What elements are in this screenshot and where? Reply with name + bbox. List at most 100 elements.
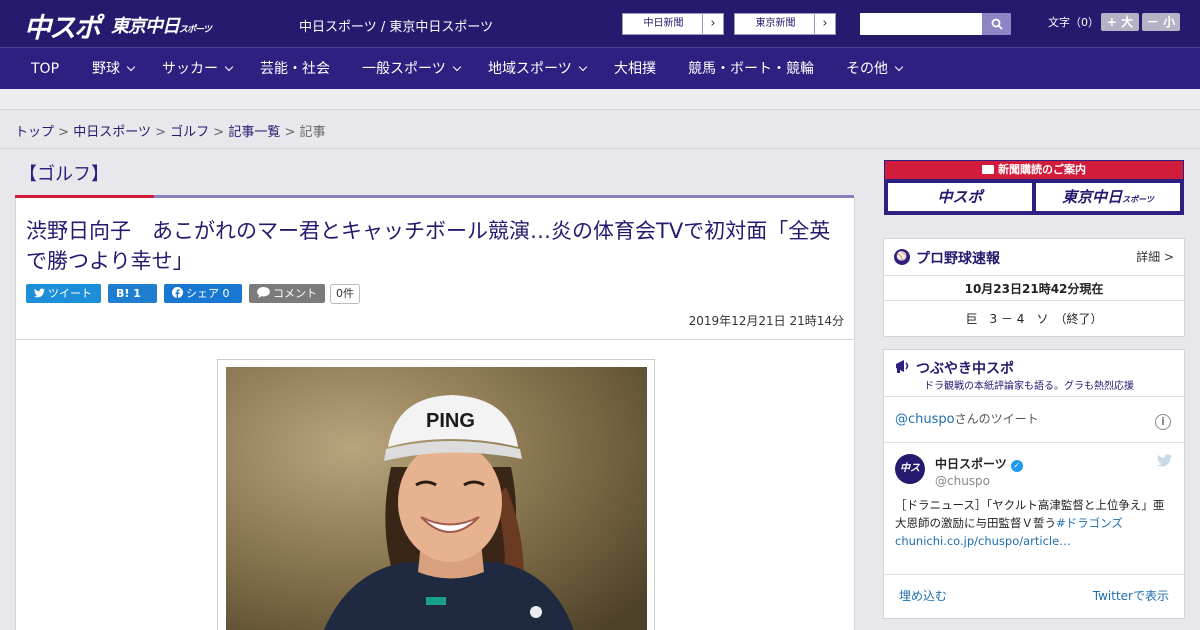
- divider: [16, 339, 854, 340]
- tsubuyaki-title: つぶやき中スポ: [916, 361, 1014, 377]
- nav-item-baseball[interactable]: 野球: [92, 48, 136, 90]
- divider: [884, 574, 1184, 575]
- chevron-right-icon: ›: [702, 14, 723, 34]
- speech-bubble-icon: [257, 287, 270, 298]
- twitter-widget-box: つぶやき中スポ ドラ観戦の本紙評論家も語る。グラも熱烈応援 @chuspoさんの…: [883, 349, 1185, 619]
- comment-button[interactable]: コメント: [249, 284, 325, 303]
- chevron-down-icon: [894, 62, 904, 72]
- breadcrumb-chunichi-sports[interactable]: 中日スポーツ: [73, 125, 151, 140]
- tweet-hashtag[interactable]: #ドラゴンズ: [1056, 516, 1123, 530]
- tweet-link[interactable]: chunichi.co.jp/chuspo/article…: [895, 534, 1071, 548]
- spacer-bar: [0, 89, 1200, 110]
- chevron-down-icon: [224, 62, 234, 72]
- font-size-label: 文字（0）: [1048, 16, 1099, 29]
- hatena-label: B! 1: [116, 287, 141, 300]
- search-icon: [991, 18, 1003, 30]
- nav-item-regional-sports[interactable]: 地域スポーツ: [488, 48, 587, 90]
- nav-item-racing[interactable]: 競馬・ボート・競輪: [688, 48, 814, 90]
- chevron-down-icon: [578, 62, 587, 72]
- chuspo-logo[interactable]: 中スポ: [24, 6, 101, 45]
- divider: [884, 442, 1184, 443]
- breadcrumb-separator: >: [213, 125, 225, 140]
- breadcrumb-separator: >: [284, 125, 296, 140]
- chunichi-shimbun-link[interactable]: 中日新聞 ›: [622, 13, 724, 35]
- subscribe-chuspo-button[interactable]: 中スポ: [888, 183, 1032, 211]
- facebook-label: シェア 0: [186, 287, 230, 300]
- avatar[interactable]: 中ス: [895, 454, 925, 484]
- tsubuyaki-subtitle: ドラ観戦の本紙評論家も語る。グラも熱烈応援: [924, 381, 1134, 392]
- category-label: 【ゴルフ】: [19, 164, 109, 185]
- tweet-text: ［ドラニュース］「ヤクルト高津監督と上位争え」亜大恩師の激励に与田監督Ｖ誓う#ド…: [895, 496, 1175, 550]
- tweet-author-handle[interactable]: @chuspo: [935, 474, 990, 488]
- subscribe-tokyo-chunichi-button[interactable]: 東京中日スポーツ: [1036, 183, 1180, 211]
- nav-item-other[interactable]: その他: [846, 48, 904, 90]
- tokyo-shimbun-link[interactable]: 東京新聞 ›: [734, 13, 836, 35]
- newspaper-icon: [982, 165, 994, 174]
- nav-item-top[interactable]: TOP: [31, 48, 59, 90]
- article-photo[interactable]: PING: [226, 367, 647, 630]
- divider: [884, 275, 1184, 276]
- chunichi-link-label: 中日新聞: [643, 18, 684, 29]
- tweets-header-handle[interactable]: @chuspo: [895, 412, 955, 427]
- tokyo-chunichi-logo[interactable]: 東京中日スポーツ: [111, 12, 212, 38]
- nav-item-soccer[interactable]: サッカー: [162, 48, 234, 90]
- tweet-body: ［ドラニュース］「ヤクルト高津監督と上位争え」亜大恩師の激励に与田監督Ｖ誓う: [895, 498, 1165, 530]
- tweets-header-suffix: さんの: [954, 412, 991, 426]
- breadcrumb-current: 記事: [299, 125, 326, 140]
- golfer-photo-illustration: PING: [226, 367, 647, 630]
- view-on-twitter-link[interactable]: Twitterで表示: [1093, 587, 1169, 604]
- divider: [884, 396, 1184, 397]
- subscription-banner[interactable]: 新聞購読のご案内 中スポ 東京中日スポーツ: [884, 160, 1184, 215]
- breadcrumb-separator: >: [155, 125, 166, 140]
- article-photo-frame: PING: [217, 359, 655, 630]
- nav-item-sumo[interactable]: 大相撲: [614, 48, 656, 90]
- baseball-scores-box: ⚾ プロ野球速報 詳細 > 10月23日21時42分現在 巨 3 － 4 ソ （…: [883, 238, 1185, 337]
- twitter-bird-icon: [34, 288, 45, 298]
- subscription-banner-title: 新聞購読のご案内: [885, 161, 1183, 179]
- breadcrumb: トップ > 中日スポーツ > ゴルフ > 記事一覧 > 記事: [15, 121, 326, 140]
- hatena-bookmark-button[interactable]: B! 1: [108, 284, 157, 303]
- twitter-bird-icon[interactable]: [1157, 454, 1172, 471]
- nav-item-entertainment[interactable]: 芸能・社会: [260, 48, 330, 90]
- facebook-share-button[interactable]: シェア 0: [164, 284, 242, 303]
- article-card: 渋野日向子 あこがれのマー君とキャッチボール競演…炎の体育会TVで初対面「全英で…: [15, 198, 855, 630]
- divider: [0, 148, 1200, 149]
- baseball-score-row[interactable]: 巨 3 － 4 ソ （終了）: [884, 310, 1184, 327]
- facebook-icon: [172, 287, 183, 298]
- cap-logo-text: PING: [426, 410, 475, 432]
- site-header: 中スポ 東京中日スポーツ 中日スポーツ / 東京中日スポーツ 中日新聞 › 東京…: [0, 0, 1200, 47]
- embed-link[interactable]: 埋め込む: [899, 587, 947, 604]
- chevron-down-icon: [126, 62, 136, 72]
- comment-label: コメント: [273, 287, 317, 300]
- tweets-header-title: ツイート: [990, 412, 1039, 426]
- tweets-header: @chuspoさんのツイート: [895, 410, 1039, 427]
- megaphone-icon: [896, 360, 909, 373]
- font-size-decrease-button[interactable]: － 小: [1142, 13, 1180, 31]
- breadcrumb-top[interactable]: トップ: [15, 125, 54, 140]
- tweet-author-name[interactable]: 中日スポーツ ✓: [935, 455, 1023, 472]
- baseball-detail-link[interactable]: 詳細 >: [1136, 248, 1174, 265]
- info-icon[interactable]: i: [1155, 414, 1171, 430]
- baseball-title: プロ野球速報: [916, 251, 1000, 267]
- nav-item-general-sports[interactable]: 一般スポーツ: [362, 48, 461, 90]
- site-names[interactable]: 中日スポーツ / 東京中日スポーツ: [299, 16, 493, 35]
- baseball-icon: ⚾: [894, 249, 910, 265]
- main-nav: TOP 野球 サッカー 芸能・社会 一般スポーツ 地域スポーツ 大相撲 競馬・ボ…: [0, 47, 1200, 89]
- font-size-increase-button[interactable]: + 大: [1101, 13, 1139, 31]
- search-button[interactable]: [982, 13, 1011, 35]
- article-date: 2019年12月21日 21時14分: [688, 314, 844, 328]
- breadcrumb-golf[interactable]: ゴルフ: [170, 125, 209, 140]
- chevron-down-icon: [452, 62, 461, 72]
- chevron-right-icon: ›: [814, 14, 835, 34]
- baseball-updated-time: 10月23日21時42分現在: [964, 282, 1104, 296]
- tweet-label: ツイート: [48, 287, 92, 300]
- breadcrumb-article-list[interactable]: 記事一覧: [228, 125, 280, 140]
- verified-badge-icon: ✓: [1010, 460, 1023, 472]
- search-input[interactable]: [860, 13, 982, 35]
- article-headline: 渋野日向子 あこがれのマー君とキャッチボール競演…炎の体育会TVで初対面「全英で…: [26, 219, 831, 273]
- tweet-button[interactable]: ツイート: [26, 284, 101, 303]
- comment-count[interactable]: 0件: [330, 284, 360, 304]
- breadcrumb-separator: >: [58, 125, 70, 140]
- tokyo-link-label: 東京新聞: [755, 18, 796, 29]
- divider: [884, 300, 1184, 301]
